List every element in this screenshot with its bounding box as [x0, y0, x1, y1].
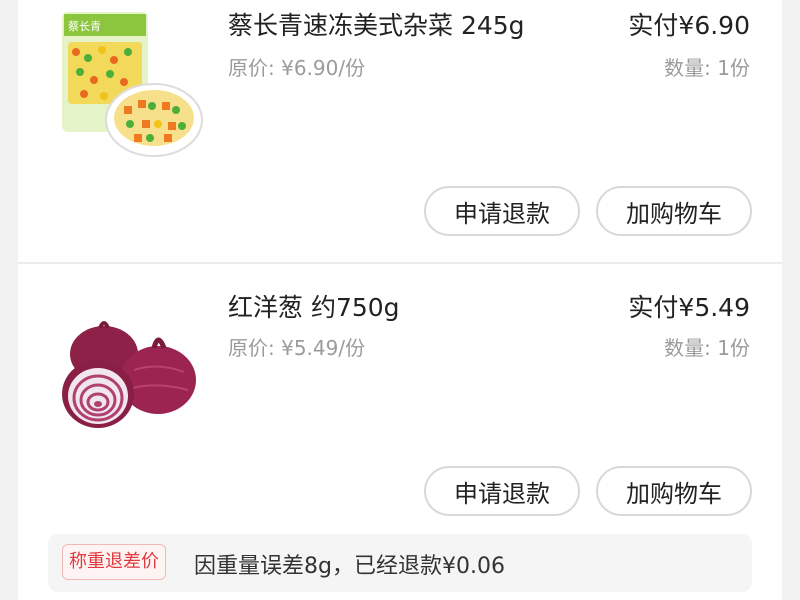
add-to-cart-button[interactable]: 加购物车 — [596, 186, 752, 236]
original-price: 原价: ¥6.90/份 — [228, 56, 366, 80]
order-item: 蔡长青 蔡长青速冻美式杂菜 245g 原价: ¥6.90/份 实付¥6.90 数… — [18, 0, 782, 262]
add-to-cart-button[interactable]: 加购物车 — [596, 466, 752, 516]
package-brand: 蔡长青 — [68, 20, 101, 33]
weight-refund-badge: 称重退差价 — [62, 544, 166, 580]
request-refund-button[interactable]: 申请退款 — [424, 466, 580, 516]
product-title[interactable]: 红洋葱 约750g — [228, 288, 400, 324]
paid-amount: 实付¥6.90 — [628, 11, 750, 40]
product-image-red-onion[interactable] — [54, 314, 204, 464]
order-item: 红洋葱 约750g 原价: ¥5.49/份 实付¥5.49 数量: 1份 申请退… — [18, 264, 782, 600]
request-refund-button[interactable]: 申请退款 — [424, 186, 580, 236]
product-image-frozen-vegetables[interactable]: 蔡长青 — [54, 10, 204, 160]
paid-amount: 实付¥5.49 — [628, 293, 750, 322]
order-item-list: 蔡长青 蔡长青速冻美式杂菜 245g 原价: ¥6.90/份 实付¥6.90 数… — [18, 0, 782, 600]
quantity: 数量: 1份 — [664, 336, 750, 360]
weight-refund-notice: 称重退差价 因重量误差8g，已经退款¥0.06 — [48, 534, 752, 592]
weight-refund-text: 因重量误差8g，已经退款¥0.06 — [194, 554, 505, 579]
quantity: 数量: 1份 — [664, 56, 750, 80]
original-price: 原价: ¥5.49/份 — [228, 336, 366, 360]
product-title[interactable]: 蔡长青速冻美式杂菜 245g — [228, 6, 525, 42]
